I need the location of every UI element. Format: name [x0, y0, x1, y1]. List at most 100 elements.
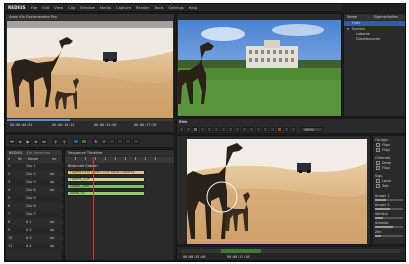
chevron-down-icon[interactable]: ▾: [347, 27, 349, 32]
project-row[interactable]: 10 A 3 ab: [6, 236, 63, 241]
link-icon[interactable]: [125, 139, 131, 144]
hand-tool-icon[interactable]: [235, 127, 240, 132]
explorer-panel: Name Eigenschaften Filter ▾ Symbol Labor…: [343, 13, 405, 117]
lacor-checkbox[interactable]: [376, 179, 380, 183]
curve-icon[interactable]: [270, 127, 275, 132]
step-back-icon[interactable]: ◂: [17, 139, 23, 144]
scale-tool-icon[interactable]: [214, 127, 219, 132]
select-tool-icon[interactable]: [179, 127, 184, 132]
pen-tool-icon[interactable]: [193, 127, 198, 132]
menu-view[interactable]: View: [52, 5, 66, 10]
project-tab[interactable]: Ext Vorschau: [27, 151, 50, 155]
amper2-slider[interactable]: [375, 208, 403, 210]
razor-icon[interactable]: [117, 139, 123, 144]
zoom-tool-icon[interactable]: [242, 127, 247, 132]
playhead[interactable]: [93, 157, 94, 260]
amper1-slider[interactable]: [375, 199, 403, 201]
keyframe-icon[interactable]: [263, 127, 268, 132]
clip-sand[interactable]: SAND_02: [67, 191, 145, 196]
snap-icon[interactable]: [109, 139, 115, 144]
audio-icon[interactable]: ♪: [101, 139, 107, 144]
project-list: 1 Clip 1 2 Clip 2 ab 3 Clip 3 ab 4 Clip 4 ab 5 Clip …: [6, 164, 63, 260]
project-row[interactable]: 4 Clip 4 ab: [6, 188, 63, 193]
text-tool-icon[interactable]: [228, 127, 233, 132]
flipy-checkbox[interactable]: [376, 148, 380, 152]
sequence-ruler[interactable]: [65, 157, 174, 163]
project-row[interactable]: 7 Clip 7: [6, 212, 63, 217]
project-panel: REDIUS Ext Vorschau V Nr Name Inf 1 Clip …: [5, 149, 63, 261]
project-row[interactable]: 2 Clip 2 ab: [6, 172, 63, 177]
flipx2-checkbox[interactable]: [376, 166, 380, 170]
project-row[interactable]: 5 Clip 5: [6, 196, 63, 201]
project-row-v: 7: [8, 212, 11, 216]
menu-clip[interactable]: Clip: [66, 5, 78, 10]
record-video-frame[interactable]: [178, 20, 341, 116]
sob-checkbox[interactable]: [376, 184, 380, 188]
menu-edit[interactable]: Edit: [40, 5, 52, 10]
menu-tools[interactable]: Tools: [152, 5, 166, 10]
flipx2-label: Flipx: [382, 166, 390, 170]
menu-media[interactable]: Media: [97, 5, 113, 10]
menu-window[interactable]: Window: [78, 5, 98, 10]
effect-preview-frame[interactable]: [187, 139, 367, 244]
go-end-icon[interactable]: ⏭: [41, 139, 47, 144]
mark-in-icon[interactable]: [: [53, 139, 59, 144]
insert-icon[interactable]: [73, 139, 79, 144]
loop-icon[interactable]: ↻: [93, 139, 99, 144]
deep-checkbox[interactable]: [376, 161, 380, 165]
record-icon[interactable]: [277, 127, 282, 132]
project-row[interactable]: 8 A 1 ab: [6, 220, 63, 225]
project-row-inf: ab: [50, 172, 55, 176]
project-row[interactable]: 1 Clip 1: [6, 164, 63, 169]
source-video-frame[interactable]: [7, 21, 173, 118]
move-tool-icon[interactable]: [186, 127, 191, 132]
crop-tool-icon[interactable]: [200, 127, 205, 132]
explorer-item-filter[interactable]: Filter: [344, 21, 405, 26]
overwrite-icon[interactable]: [81, 139, 87, 144]
menu-settings[interactable]: Settings: [166, 5, 186, 10]
clip-filmpb[interactable]: FILMPB_CLIP: [67, 177, 145, 182]
clip-film-camel[interactable]: FILMPB FILM CAMEL CLIP AUDIO SAMPLE: [67, 170, 145, 175]
zoom-dropdown[interactable]: 100%: [301, 127, 323, 132]
scheibe-slider[interactable]: [375, 226, 403, 228]
step-forward-icon[interactable]: ▸: [33, 139, 39, 144]
project-row-name: Clip 2: [26, 172, 36, 176]
project-row-inf: ab: [50, 220, 55, 224]
menu-file[interactable]: File: [29, 5, 40, 10]
project-row[interactable]: 9 A 2 ab: [6, 228, 63, 233]
mask-tool-icon[interactable]: [221, 127, 226, 132]
zen-slider[interactable]: [375, 235, 403, 237]
safe-area-icon[interactable]: [291, 127, 296, 132]
marker-icon[interactable]: [133, 139, 139, 144]
clip-camel-aud[interactable]: CAMEL_AUD: [67, 184, 145, 189]
flipx-checkbox[interactable]: [376, 143, 380, 147]
project-row-name: Clip 5: [26, 196, 36, 200]
undo-icon[interactable]: [249, 127, 254, 132]
project-row-v: 8: [8, 220, 11, 224]
rotate-tool-icon[interactable]: [207, 127, 212, 132]
project-row[interactable]: 6 Clip 6: [6, 204, 63, 209]
project-row-name: A 2: [26, 228, 32, 232]
go-start-icon[interactable]: ⏮: [9, 139, 15, 144]
explorer-item-glanz[interactable]: Glanztexrsche: [356, 37, 380, 42]
project-row-name: A 1: [26, 220, 32, 224]
grid-icon[interactable]: [284, 127, 289, 132]
project-row-name: Clip 7: [26, 212, 36, 216]
section-ozurgiv: Ozurgiv: [375, 138, 389, 142]
menu-render[interactable]: Render: [133, 5, 151, 10]
project-row-v: 10: [8, 236, 13, 240]
redo-icon[interactable]: [256, 127, 261, 132]
menu-capture[interactable]: Capture: [114, 5, 134, 10]
project-row[interactable]: 11 A 4 ab: [6, 244, 63, 249]
menu-help[interactable]: Help: [186, 5, 199, 10]
bottom-ruler[interactable]: [181, 249, 401, 253]
sequence-tab[interactable]: Sequence Timeline: [65, 150, 174, 156]
project-row-inf: ab: [50, 228, 55, 232]
vertikal-slider[interactable]: [375, 217, 403, 219]
mark-out-icon[interactable]: ]: [61, 139, 67, 144]
effect-properties: Ozurgiv Flipx Flipy Ortsmolk Deep Flipx …: [372, 135, 405, 245]
project-row[interactable]: 3 Clip 3 ab: [6, 180, 63, 185]
source-scrubber[interactable]: [7, 119, 173, 121]
play-icon[interactable]: ▶: [25, 139, 31, 144]
sequence-panel: Sequence Timeline Bildinhalt Ordnen FILM…: [64, 149, 175, 261]
